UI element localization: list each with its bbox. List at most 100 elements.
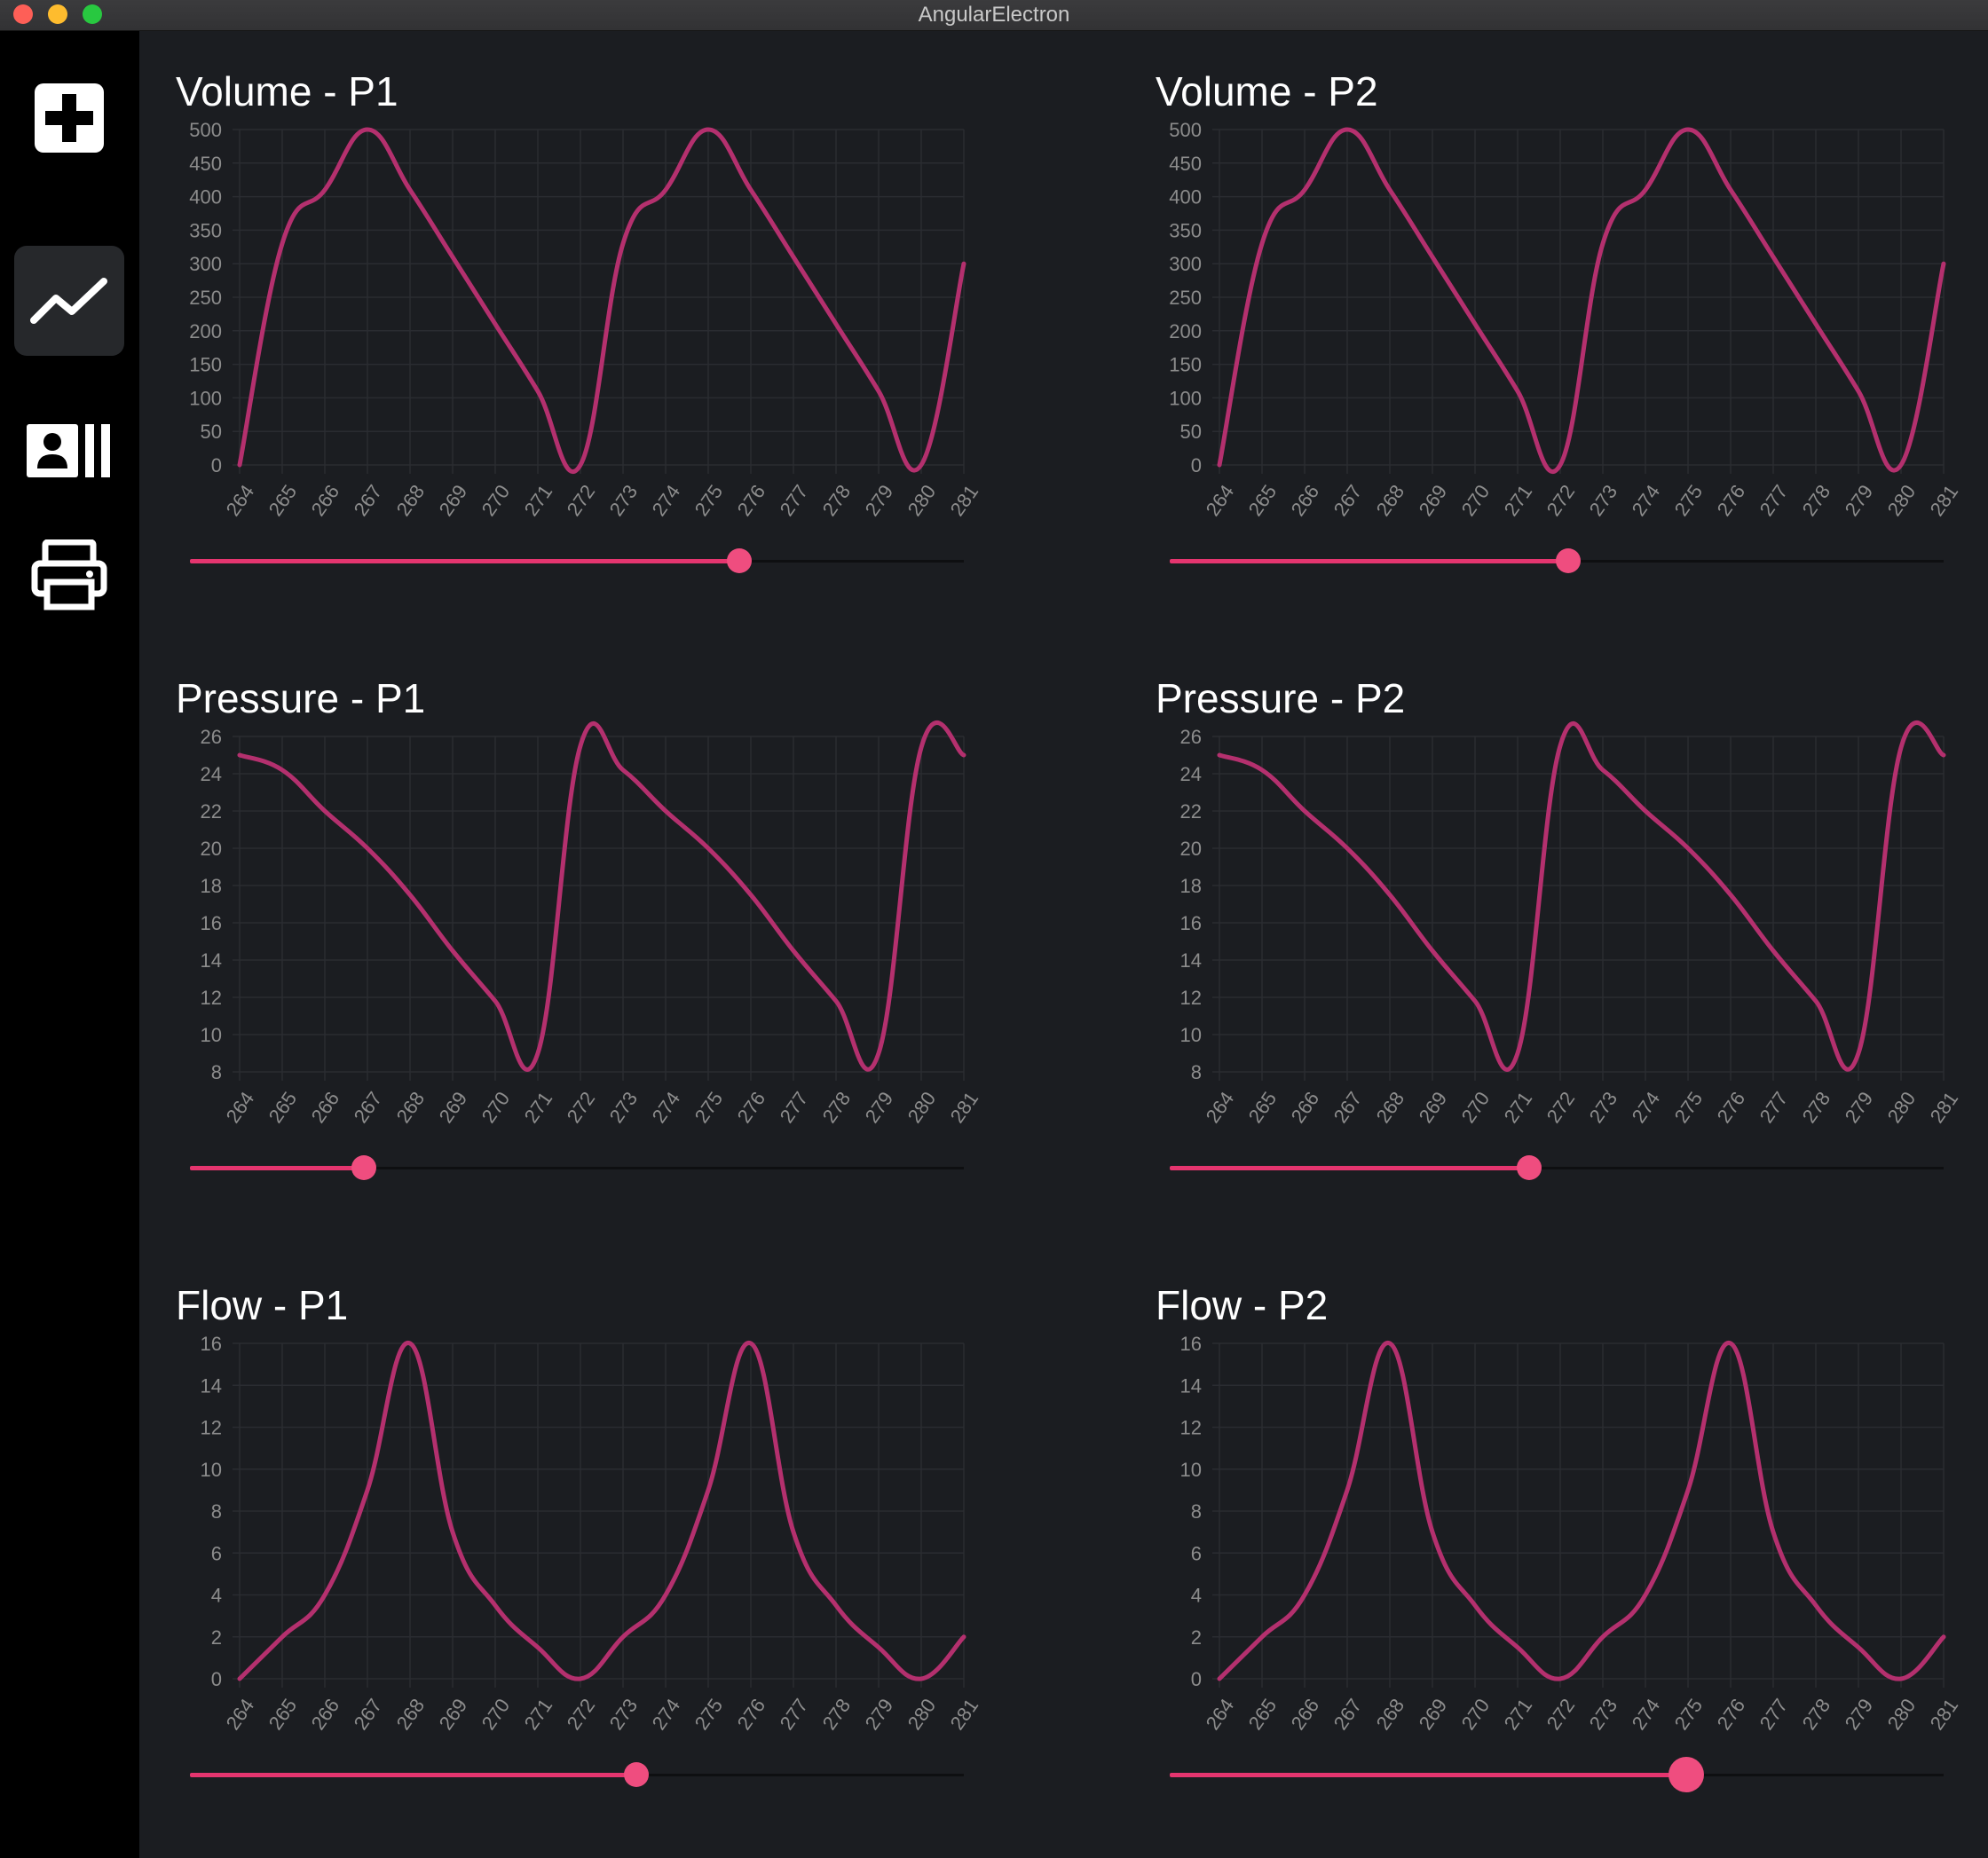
slider-fill <box>1170 1773 1686 1777</box>
x-tick-label: 264 <box>1202 1695 1239 1734</box>
x-tick-label: 273 <box>605 1088 643 1127</box>
time-slider[interactable] <box>1170 543 1944 579</box>
x-tick-label: 274 <box>1628 1695 1665 1734</box>
time-slider[interactable] <box>190 1757 964 1792</box>
x-tick-label: 266 <box>1287 1088 1324 1127</box>
x-tick-label: 272 <box>1542 481 1580 520</box>
y-tick-label: 16 <box>1180 912 1202 934</box>
x-tick-label: 267 <box>1329 481 1367 520</box>
chart-panel-flow-p1: Flow - P1 0 2 4 6 8 10 12 14 16 264 265 266 267 268 269… <box>176 1285 1063 1853</box>
x-tick-label: 277 <box>776 1088 813 1127</box>
sidebar-item-print[interactable] <box>14 517 124 633</box>
time-slider[interactable] <box>1170 1150 1944 1185</box>
data-point <box>1942 753 1945 757</box>
y-tick-label: 400 <box>1169 186 1202 209</box>
slider-thumb[interactable] <box>727 548 753 573</box>
data-point <box>1942 1635 1945 1639</box>
data-point <box>536 1051 540 1055</box>
x-tick-label: 278 <box>818 1088 856 1127</box>
y-tick-label: 8 <box>211 1500 222 1523</box>
y-tick-label: 26 <box>1180 726 1202 748</box>
y-tick-label: 450 <box>1169 153 1202 175</box>
x-tick-label: 272 <box>1542 1695 1580 1734</box>
medical-cross-icon <box>35 83 104 153</box>
data-point <box>451 256 454 259</box>
x-tick-label: 268 <box>392 1695 430 1734</box>
data-point <box>877 1646 880 1649</box>
sidebar-item-patients[interactable] <box>14 402 124 500</box>
x-tick-label: 271 <box>520 1088 557 1127</box>
data-point <box>1345 846 1349 850</box>
slider-thumb[interactable] <box>1668 1757 1704 1792</box>
data-point <box>877 1051 880 1055</box>
x-tick-label: 279 <box>1841 481 1878 520</box>
y-tick-label: 10 <box>1180 1459 1202 1481</box>
slider-thumb[interactable] <box>1517 1155 1542 1180</box>
data-point <box>1473 1603 1477 1607</box>
chart-plot: 8 10 12 14 16 18 20 22 24 26 264 265 266 267 268 269 270… <box>1180 720 1962 1127</box>
x-tick-label: 266 <box>1287 481 1324 520</box>
x-tick-label: 272 <box>563 481 600 520</box>
data-point <box>493 999 497 1003</box>
y-tick-label: 250 <box>1169 287 1202 309</box>
x-tick-label: 275 <box>1670 1088 1708 1127</box>
x-tick-label: 272 <box>563 1088 600 1127</box>
y-tick-label: 22 <box>1180 800 1202 823</box>
y-tick-label: 0 <box>1191 1668 1202 1690</box>
x-tick-label: 266 <box>1287 1695 1324 1734</box>
x-tick-label: 267 <box>350 481 387 520</box>
data-point <box>579 744 582 747</box>
y-tick-label: 200 <box>189 320 222 342</box>
data-point <box>834 1603 838 1607</box>
data-point <box>706 1488 710 1492</box>
chart-plot: 0 2 4 6 8 10 12 14 16 264 265 266 267 268 269 270 271 272… <box>1180 1333 1963 1734</box>
y-tick-label: 0 <box>211 1668 222 1690</box>
data-point <box>1260 1635 1264 1639</box>
x-tick-label: 265 <box>1244 481 1282 520</box>
x-tick-label: 278 <box>1798 1088 1835 1127</box>
slider-thumb[interactable] <box>351 1155 377 1180</box>
series-line <box>1217 127 1946 475</box>
data-point <box>323 809 327 813</box>
x-tick-label: 267 <box>350 1695 387 1734</box>
x-tick-label: 275 <box>690 481 728 520</box>
slider-thumb[interactable] <box>1556 548 1582 573</box>
y-tick-label: 10 <box>201 1024 222 1046</box>
y-tick-label: 8 <box>1191 1061 1202 1083</box>
y-tick-label: 14 <box>201 1374 222 1397</box>
sidebar-item-medical[interactable] <box>14 68 124 168</box>
x-tick-label: 276 <box>1713 1088 1750 1127</box>
x-tick-label: 276 <box>1713 481 1750 520</box>
sidebar-item-charts[interactable] <box>14 246 124 356</box>
x-tick-label: 277 <box>776 1695 813 1734</box>
data-point <box>1218 1677 1221 1681</box>
x-tick-label: 268 <box>392 1088 430 1127</box>
time-slider[interactable] <box>190 1150 964 1185</box>
data-point <box>323 1594 327 1596</box>
x-tick-label: 280 <box>903 481 941 520</box>
y-tick-label: 0 <box>211 454 222 476</box>
data-point <box>1686 1488 1690 1492</box>
x-tick-label: 280 <box>1883 1695 1921 1734</box>
x-tick-label: 274 <box>1628 1088 1665 1127</box>
x-tick-label: 277 <box>1755 481 1793 520</box>
y-tick-label: 300 <box>1169 253 1202 275</box>
x-tick-label: 264 <box>222 1695 259 1734</box>
x-tick-label: 281 <box>1926 1695 1963 1734</box>
window-titlebar: AngularElectron <box>0 0 1988 31</box>
x-tick-label: 264 <box>222 1088 259 1127</box>
y-tick-label: 8 <box>211 1061 222 1083</box>
time-slider[interactable] <box>1170 1757 1944 1792</box>
data-point <box>1516 390 1519 393</box>
slider-thumb[interactable] <box>624 1762 650 1787</box>
data-point <box>749 188 753 192</box>
x-tick-label: 266 <box>307 1695 344 1734</box>
data-point <box>1473 322 1477 326</box>
slider-fill <box>1170 1166 1530 1170</box>
data-point <box>962 262 966 265</box>
data-point <box>1260 242 1264 246</box>
data-point <box>962 1635 966 1639</box>
data-point <box>493 1603 497 1607</box>
x-tick-label: 264 <box>1202 1088 1239 1127</box>
time-slider[interactable] <box>190 543 964 579</box>
